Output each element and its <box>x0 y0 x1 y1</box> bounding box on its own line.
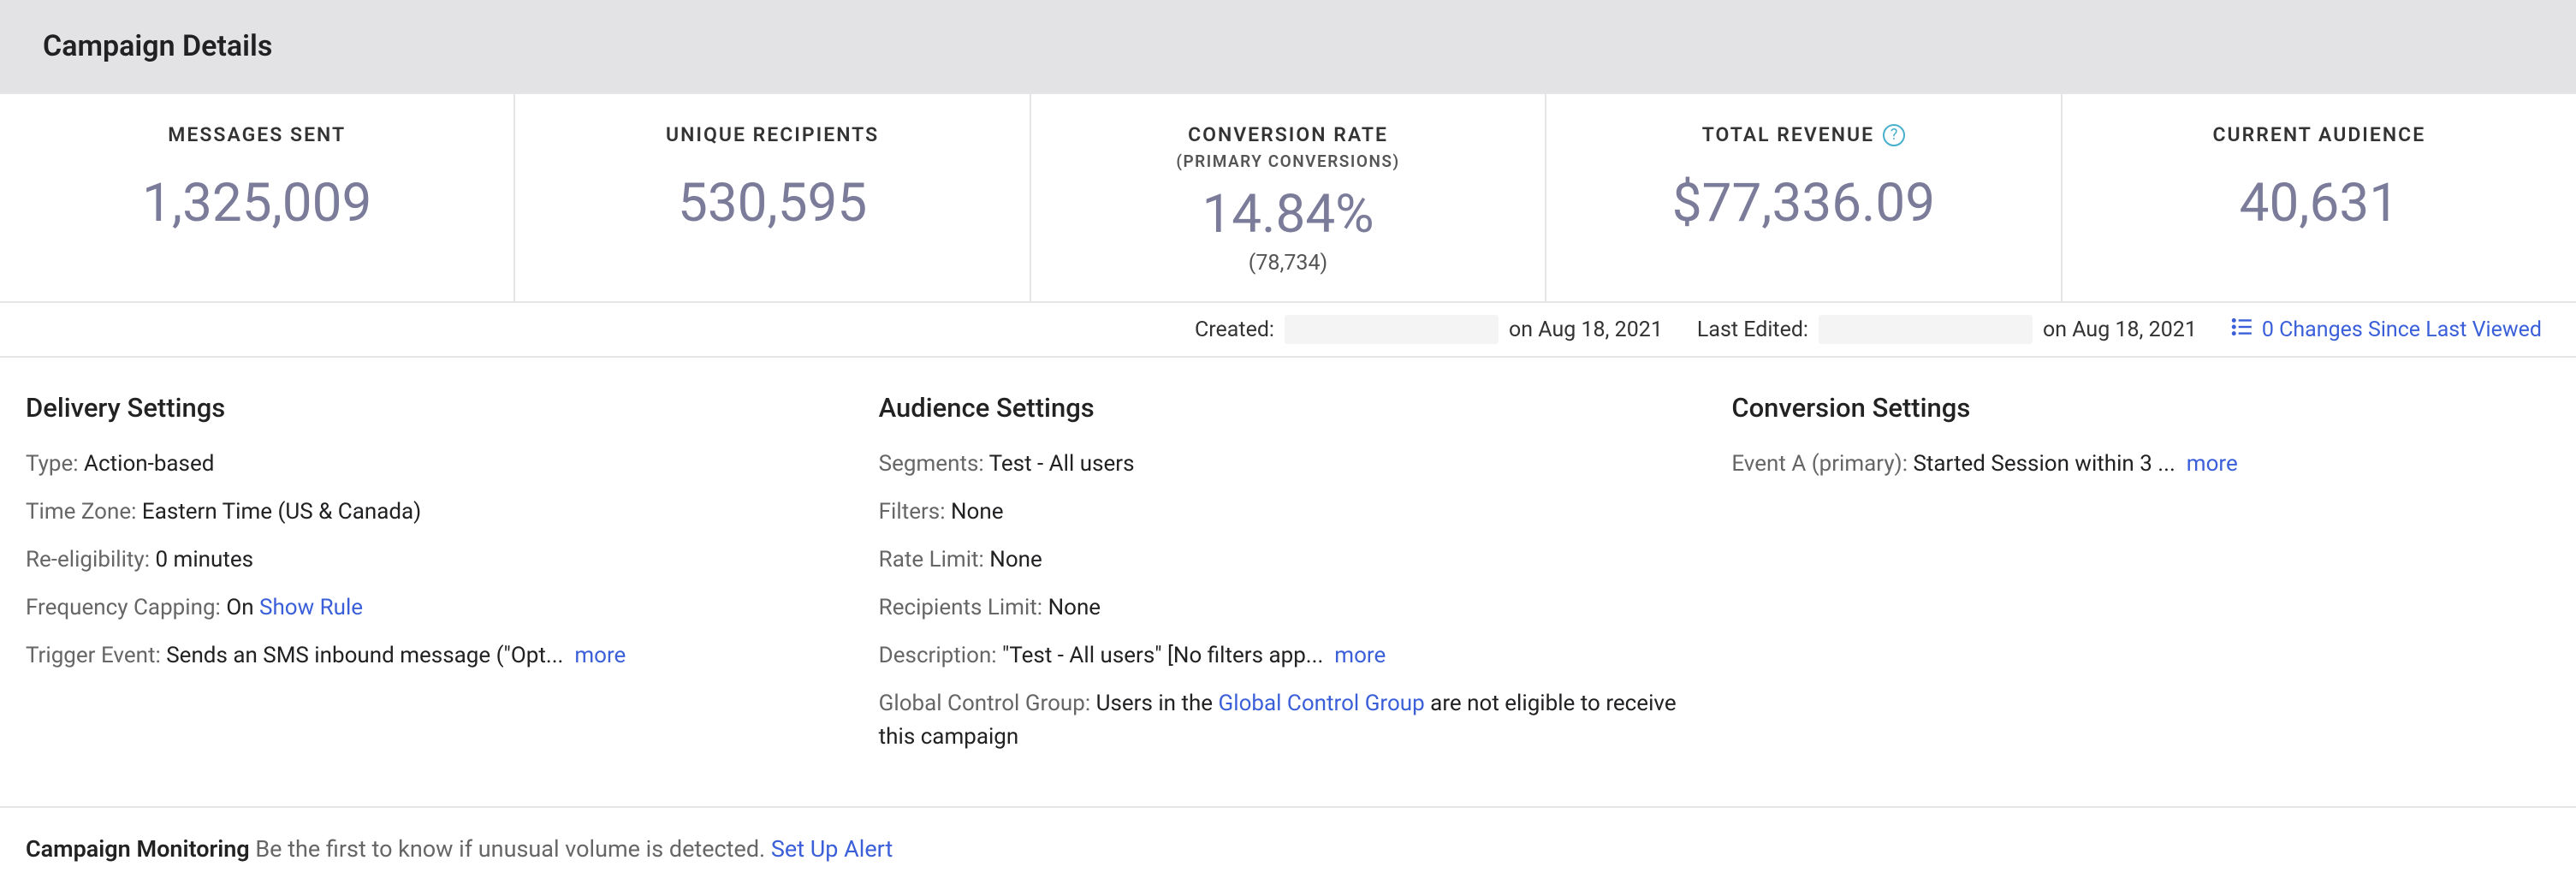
monitoring-title: Campaign Monitoring <box>26 835 250 863</box>
stat-subvalue: (78,734) <box>1048 251 1528 276</box>
setting-reeligibility: Re-eligibility: 0 minutes <box>26 543 845 577</box>
more-link[interactable]: more <box>2187 451 2238 477</box>
conversion-settings: Conversion Settings Event A (primary): S… <box>1731 392 2550 768</box>
help-icon[interactable]: ? <box>1883 124 1905 146</box>
stat-sublabel: (PRIMARY CONVERSIONS) <box>1048 151 1528 171</box>
list-icon <box>2231 317 2253 342</box>
stat-label: TOTAL REVENUE <box>1702 123 1874 146</box>
meta-edited-value: on Aug 18, 2021 <box>2043 317 2197 342</box>
stat-label: MESSAGES SENT <box>17 123 496 146</box>
setting-recipients-limit: Recipients Limit: None <box>879 591 1698 625</box>
set-up-alert-link[interactable]: Set Up Alert <box>771 835 893 863</box>
stat-conversion-rate: CONVERSION RATE (PRIMARY CONVERSIONS) 14… <box>1031 92 1546 301</box>
setting-event-a: Event A (primary): Started Session withi… <box>1731 448 2550 481</box>
meta-created-label: Created: <box>1195 317 1274 342</box>
changes-link[interactable]: 0 Changes Since Last Viewed <box>2231 317 2542 342</box>
campaign-monitoring: Campaign Monitoring Be the first to know… <box>0 808 2576 890</box>
stat-value: $77,336.09 <box>1564 172 2043 234</box>
setting-trigger-event: Trigger Event: Sends an SMS inbound mess… <box>26 639 845 673</box>
stat-current-audience: CURRENT AUDIENCE 40,631 <box>2063 92 2576 301</box>
delivery-settings: Delivery Settings Type: Action-based Tim… <box>26 392 845 768</box>
meta-created: Created: on Aug 18, 2021 <box>1195 315 1663 344</box>
stat-value: 14.84% <box>1048 183 1528 246</box>
redacted-value <box>1285 315 1499 344</box>
stat-total-revenue: TOTAL REVENUE ? $77,336.09 <box>1546 92 2062 301</box>
global-control-group-link[interactable]: Global Control Group <box>1219 691 1425 716</box>
stat-value: 40,631 <box>2080 172 2559 234</box>
audience-settings: Audience Settings Segments: Test - All u… <box>879 392 1698 768</box>
setting-timezone: Time Zone: Eastern Time (US & Canada) <box>26 495 845 529</box>
setting-segments: Segments: Test - All users <box>879 448 1698 481</box>
stat-label: CONVERSION RATE <box>1048 123 1528 146</box>
more-link[interactable]: more <box>574 643 626 668</box>
monitoring-text: Be the first to know if unusual volume i… <box>255 835 765 863</box>
section-title: Delivery Settings <box>26 392 845 424</box>
meta-created-value: on Aug 18, 2021 <box>1509 317 1663 342</box>
stat-value: 1,325,009 <box>17 172 496 234</box>
setting-global-control-group: Global Control Group: Users in the Globa… <box>879 687 1698 754</box>
setting-description: Description: "Test - All users" [No filt… <box>879 639 1698 673</box>
page-header: Campaign Details <box>0 0 2576 92</box>
show-rule-link[interactable]: Show Rule <box>259 595 363 620</box>
stat-label: CURRENT AUDIENCE <box>2080 123 2559 146</box>
page-title: Campaign Details <box>43 29 2533 63</box>
stat-unique-recipients: UNIQUE RECIPIENTS 530,595 <box>515 92 1030 301</box>
more-link[interactable]: more <box>1334 643 1386 668</box>
changes-text: 0 Changes Since Last Viewed <box>2262 317 2542 342</box>
setting-frequency-capping: Frequency Capping: On Show Rule <box>26 591 845 625</box>
meta-row: Created: on Aug 18, 2021 Last Edited: on… <box>0 303 2576 358</box>
meta-edited-label: Last Edited: <box>1697 317 1808 342</box>
stat-messages-sent: MESSAGES SENT 1,325,009 <box>0 92 515 301</box>
setting-rate-limit: Rate Limit: None <box>879 543 1698 577</box>
section-title: Audience Settings <box>879 392 1698 424</box>
stat-value: 530,595 <box>532 172 1012 234</box>
stats-row: MESSAGES SENT 1,325,009 UNIQUE RECIPIENT… <box>0 92 2576 303</box>
settings-section: Delivery Settings Type: Action-based Tim… <box>0 358 2576 808</box>
section-title: Conversion Settings <box>1731 392 2550 424</box>
meta-edited: Last Edited: on Aug 18, 2021 <box>1697 315 2197 344</box>
redacted-value <box>1819 315 2033 344</box>
stat-label: UNIQUE RECIPIENTS <box>532 123 1012 146</box>
setting-type: Type: Action-based <box>26 448 845 481</box>
setting-filters: Filters: None <box>879 495 1698 529</box>
